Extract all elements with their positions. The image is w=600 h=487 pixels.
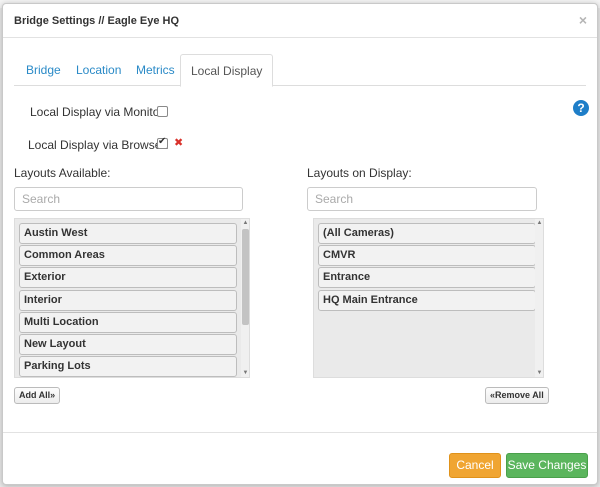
dialog-title: Bridge Settings // Eagle Eye HQ: [14, 15, 180, 27]
remove-all-button[interactable]: «Remove All: [485, 387, 549, 404]
remove-icon[interactable]: ✖: [174, 136, 183, 149]
on-display-layout-item[interactable]: (All Cameras): [318, 223, 536, 244]
monitor-label: Local Display via Monitor:: [30, 105, 167, 119]
help-icon[interactable]: ?: [573, 100, 589, 116]
available-layout-item[interactable]: Exterior: [19, 267, 237, 288]
layouts-available-label: Layouts Available:: [14, 166, 111, 180]
scroll-down-icon[interactable]: ▼: [241, 369, 249, 377]
add-all-button[interactable]: Add All»: [14, 387, 61, 404]
tab-local-display[interactable]: Local Display: [180, 54, 274, 87]
on-display-layout-item[interactable]: HQ Main Entrance: [318, 290, 536, 311]
save-changes-button[interactable]: Save Changes: [506, 453, 588, 478]
tab-bridge[interactable]: Bridge: [16, 54, 71, 86]
dialog-footer: Cancel Save Changes: [3, 432, 597, 485]
available-layout-item[interactable]: New Layout: [19, 334, 237, 355]
available-layout-item[interactable]: Parking Lots: [19, 356, 237, 377]
available-layout-item[interactable]: Common Areas: [19, 245, 237, 266]
tab-location[interactable]: Location: [66, 54, 131, 86]
scroll-up-icon[interactable]: ▲: [241, 219, 249, 227]
scroll-up-icon[interactable]: ▲: [535, 219, 543, 227]
tab-bar: Bridge Location Metrics Local Display: [14, 54, 586, 87]
scroll-down-icon[interactable]: ▼: [535, 369, 543, 377]
on-display-layouts-list: (All Cameras) CMVR Entrance HQ Main Entr…: [313, 218, 544, 378]
bridge-settings-dialog: Bridge Settings // Eagle Eye HQ × Bridge…: [2, 3, 598, 485]
available-layout-item[interactable]: Multi Location: [19, 312, 237, 333]
tab-metrics[interactable]: Metrics: [126, 54, 185, 86]
monitor-checkbox[interactable]: [157, 106, 168, 117]
available-scrollbar[interactable]: ▲ ▼: [241, 219, 249, 377]
available-layout-item[interactable]: Interior: [19, 290, 237, 311]
on-display-scrollbar[interactable]: ▲ ▼: [535, 219, 543, 377]
scroll-thumb[interactable]: [242, 229, 249, 325]
on-display-search-input[interactable]: [307, 187, 537, 211]
available-search-input[interactable]: [14, 187, 243, 211]
available-layouts-list: Austin West Common Areas Exterior Interi…: [14, 218, 250, 378]
on-display-layout-item[interactable]: Entrance: [318, 267, 536, 288]
dialog-header: Bridge Settings // Eagle Eye HQ ×: [3, 4, 597, 38]
available-layout-item[interactable]: Austin West: [19, 223, 237, 244]
browser-checkbox[interactable]: [157, 136, 168, 149]
layouts-on-display-label: Layouts on Display:: [307, 166, 412, 180]
on-display-layout-item[interactable]: CMVR: [318, 245, 536, 266]
browser-label: Local Display via Browser:: [28, 138, 169, 152]
close-icon[interactable]: ×: [579, 12, 587, 28]
cancel-button[interactable]: Cancel: [449, 453, 501, 478]
